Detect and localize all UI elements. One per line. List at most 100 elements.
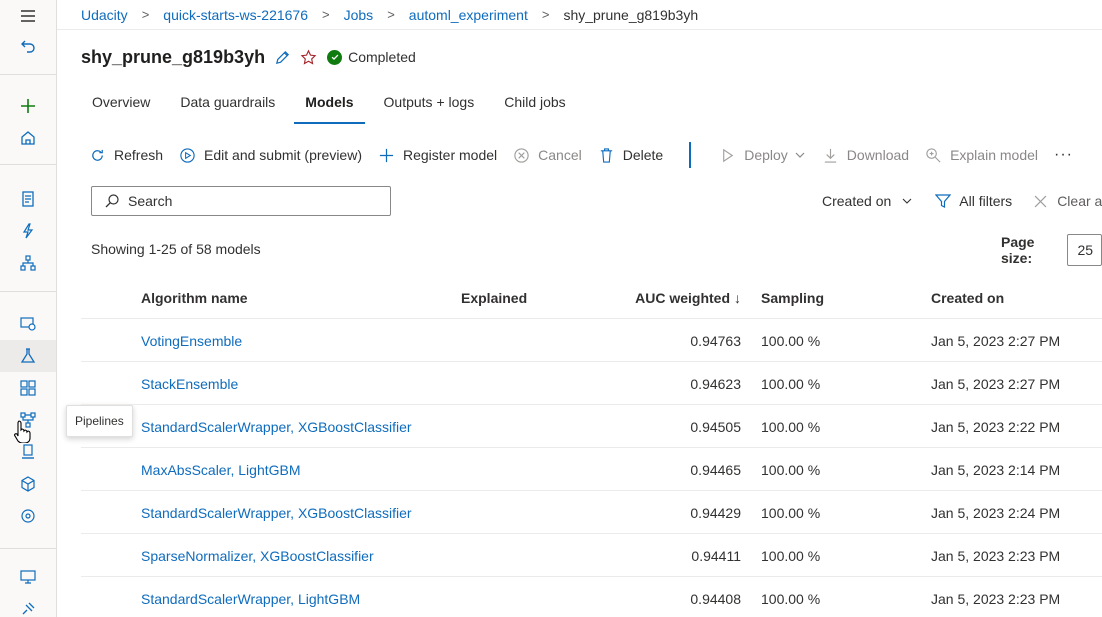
created-cell: Jan 5, 2023 2:27 PM	[931, 333, 1061, 349]
result-count: Showing 1-25 of 58 models	[91, 241, 261, 257]
jobs-flask-icon[interactable]	[0, 340, 56, 372]
all-filters-button[interactable]: All filters	[935, 193, 1012, 209]
edit-pencil-icon[interactable]	[273, 48, 291, 66]
sampling-cell: 100.00 %	[761, 505, 821, 521]
table-row[interactable]: VotingEnsemble 0.94763 100.00 % Jan 5, 2…	[81, 319, 1102, 362]
search-box[interactable]	[91, 186, 391, 216]
table-row[interactable]: SparseNormalizer, XGBoostClassifier 0.94…	[81, 534, 1102, 577]
search-input[interactable]	[128, 193, 378, 209]
page-size-control: Page size: 25	[1001, 234, 1102, 266]
designer-icon[interactable]	[0, 247, 56, 279]
new-plus-icon[interactable]	[0, 90, 56, 122]
more-options-button[interactable]: ···	[1046, 140, 1081, 170]
auc-cell: 0.94505	[690, 419, 741, 435]
status-text: Completed	[348, 49, 416, 65]
chevron-down-icon	[902, 198, 912, 204]
tab-outputs-logs[interactable]: Outputs + logs	[373, 84, 486, 124]
algorithm-link[interactable]: StandardScalerWrapper, LightGBM	[141, 591, 360, 607]
breadcrumb-experiment[interactable]: automl_experiment	[409, 7, 528, 23]
tab-overview[interactable]: Overview	[81, 84, 161, 124]
auc-cell: 0.94465	[690, 462, 741, 478]
cancel-circle-icon	[514, 147, 529, 163]
explain-search-icon	[926, 147, 941, 163]
cancel-label: Cancel	[538, 147, 582, 163]
models-cube-icon[interactable]	[0, 468, 56, 500]
sort-dropdown[interactable]: Created on	[822, 193, 913, 209]
breadcrumb-udacity[interactable]: Udacity	[81, 7, 128, 23]
table-row[interactable]: StackEnsemble 0.94623 100.00 % Jan 5, 20…	[81, 362, 1102, 405]
data-icon[interactable]	[0, 307, 56, 339]
filter-bar: Created on All filters Clear al	[822, 186, 1102, 216]
cancel-button[interactable]: Cancel	[505, 140, 590, 170]
download-button[interactable]: Download	[814, 140, 917, 170]
linked-services-icon[interactable]	[0, 593, 56, 617]
components-icon[interactable]	[0, 372, 56, 404]
clear-all-button[interactable]: Clear al	[1034, 193, 1102, 209]
tab-child-jobs[interactable]: Child jobs	[493, 84, 576, 124]
register-model-button[interactable]: Register model	[370, 140, 505, 170]
sampling-cell: 100.00 %	[761, 333, 821, 349]
page-size-label: Page size:	[1001, 234, 1035, 266]
filter-funnel-icon	[935, 194, 952, 208]
header-explained[interactable]: Explained	[461, 290, 527, 306]
delete-button[interactable]: Delete	[590, 140, 671, 170]
automl-icon[interactable]	[0, 215, 56, 247]
delete-label: Delete	[622, 147, 664, 163]
deploy-button[interactable]: Deploy	[711, 140, 814, 170]
breadcrumb-separator: >	[387, 7, 395, 22]
breadcrumb-jobs[interactable]: Jobs	[344, 7, 374, 23]
download-label: Download	[846, 147, 910, 163]
auc-cell: 0.94408	[690, 591, 741, 607]
notebook-icon[interactable]	[0, 183, 56, 215]
algorithm-link[interactable]: StackEnsemble	[141, 376, 238, 392]
trash-icon	[600, 147, 612, 163]
header-algorithm[interactable]: Algorithm name	[141, 290, 248, 306]
sampling-cell: 100.00 %	[761, 376, 821, 392]
algorithm-link[interactable]: MaxAbsScaler, LightGBM	[141, 462, 301, 478]
table-row[interactable]: StandardScalerWrapper, XGBoostClassifier…	[81, 405, 1102, 448]
favorite-star-icon[interactable]	[299, 48, 317, 66]
sampling-cell: 100.00 %	[761, 419, 821, 435]
page-size-select[interactable]: 25	[1066, 234, 1102, 266]
tab-data-guardrails[interactable]: Data guardrails	[169, 84, 286, 124]
compute-icon[interactable]	[0, 561, 56, 593]
breadcrumb: Udacity > quick-starts-ws-221676 > Jobs …	[81, 0, 698, 29]
explain-model-button[interactable]: Explain model	[917, 140, 1046, 170]
search-icon	[105, 194, 119, 208]
header-auc-weighted[interactable]: AUC weighted ↓	[635, 290, 741, 306]
tab-bar: Overview Data guardrails Models Outputs …	[81, 84, 585, 124]
table-row[interactable]: StandardScalerWrapper, XGBoostClassifier…	[81, 491, 1102, 534]
auc-cell: 0.94411	[691, 548, 741, 564]
header-sampling[interactable]: Sampling	[761, 290, 824, 306]
toolbar-divider	[689, 142, 692, 168]
sort-descending-icon: ↓	[734, 290, 741, 306]
clear-all-label: Clear al	[1057, 193, 1102, 209]
algorithm-link[interactable]: StandardScalerWrapper, XGBoostClassifier	[141, 505, 412, 521]
endpoints-icon[interactable]	[0, 500, 56, 532]
status-badge: Completed	[327, 49, 416, 65]
deploy-play-icon	[723, 148, 734, 162]
header-auc-label: AUC weighted	[635, 290, 730, 306]
play-circle-icon	[180, 147, 195, 163]
breadcrumb-workspace[interactable]: quick-starts-ws-221676	[163, 7, 308, 23]
algorithm-link[interactable]: SparseNormalizer, XGBoostClassifier	[141, 548, 374, 564]
refresh-button[interactable]: Refresh	[81, 140, 171, 170]
sort-label: Created on	[822, 193, 892, 209]
left-nav-rail	[0, 0, 57, 617]
table-header: Algorithm name Explained AUC weighted ↓ S…	[81, 276, 1102, 319]
header-created-on[interactable]: Created on	[931, 290, 1004, 306]
created-cell: Jan 5, 2023 2:23 PM	[931, 591, 1061, 607]
algorithm-link[interactable]: VotingEnsemble	[141, 333, 242, 349]
home-icon[interactable]	[0, 122, 56, 154]
back-arrow-icon[interactable]	[0, 30, 56, 62]
table-row[interactable]: StandardScalerWrapper, LightGBM 0.94408 …	[81, 577, 1102, 617]
tab-models[interactable]: Models	[294, 84, 365, 124]
edit-submit-button[interactable]: Edit and submit (preview)	[171, 140, 370, 170]
models-table: Algorithm name Explained AUC weighted ↓ S…	[81, 276, 1102, 617]
algorithm-link[interactable]: StandardScalerWrapper, XGBoostClassifier	[141, 419, 412, 435]
plus-icon	[379, 148, 394, 162]
hamburger-menu-icon[interactable]	[0, 0, 56, 32]
page-title: shy_prune_g819b3yh	[81, 46, 266, 67]
table-row[interactable]: MaxAbsScaler, LightGBM 0.94465 100.00 % …	[81, 448, 1102, 491]
explain-model-label: Explain model	[950, 147, 1038, 163]
